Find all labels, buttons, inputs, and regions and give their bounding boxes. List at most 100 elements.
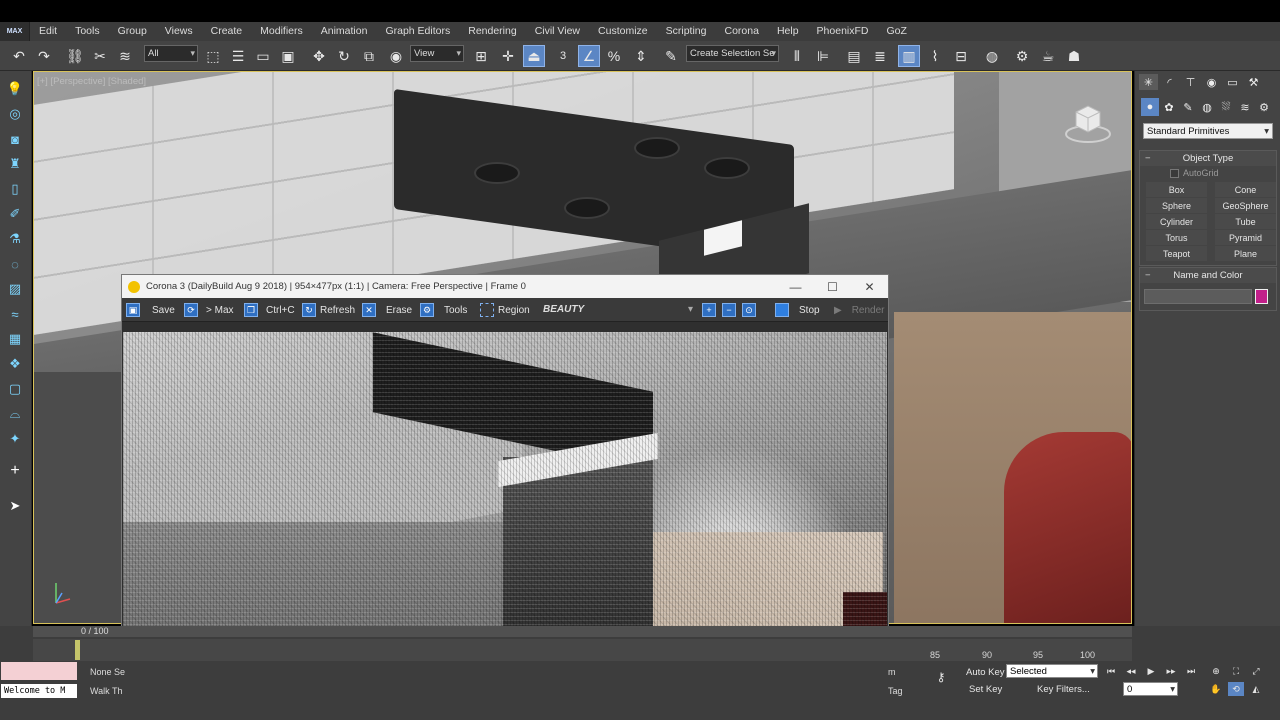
motion-tab-icon[interactable]: ◉	[1202, 74, 1221, 90]
flask-icon[interactable]: ⚗	[5, 229, 25, 249]
prev-frame-icon[interactable]: ◂◂	[1123, 664, 1139, 678]
zoom-extents-icon[interactable]: ⊕	[1208, 664, 1224, 678]
spinner-snap-icon[interactable]: ⇕	[630, 45, 652, 67]
vfb-stop-button[interactable]: Stop	[775, 301, 820, 319]
redo-icon[interactable]: ↷	[33, 45, 55, 67]
display-tab-icon[interactable]: ▭	[1223, 74, 1242, 90]
render-production-icon[interactable]: ☗	[1063, 45, 1085, 67]
bulb-icon[interactable]: ✦	[5, 429, 25, 449]
maximize-viewport-icon[interactable]: ⤢	[1248, 664, 1264, 678]
edit-named-selection-icon[interactable]: ✎	[660, 45, 682, 67]
zoom-fit-button[interactable]: ⊙	[742, 301, 756, 319]
sphere-button[interactable]: Sphere	[1146, 198, 1207, 213]
window-crossing-icon[interactable]: ▣	[277, 45, 299, 67]
select-tool-icon[interactable]: ➤	[5, 496, 25, 516]
ribbon-toggle-icon[interactable]: ▥	[898, 45, 920, 67]
time-slider[interactable]: 0 / 100	[33, 626, 1132, 637]
mirror-icon[interactable]: ⫴	[786, 45, 808, 67]
orbit-icon[interactable]: ◌	[5, 254, 25, 274]
key-icon[interactable]: ⚷	[933, 670, 949, 684]
maxscript-mini-listener[interactable]	[1, 662, 77, 680]
geometry-category-select[interactable]: Standard Primitives	[1143, 123, 1273, 139]
percent-snap-icon[interactable]: %	[603, 45, 625, 67]
viewport-label[interactable]: [+] [Perspective] [Shaded]	[37, 76, 146, 87]
cameras-icon[interactable]: ◍	[1198, 98, 1216, 116]
geometry-icon[interactable]: ●	[1141, 98, 1159, 116]
link-icon[interactable]: ⛓	[64, 45, 86, 67]
menu-modifiers[interactable]: Modifiers	[251, 22, 312, 41]
walk-icon[interactable]: ⌓	[5, 404, 25, 424]
bind-spacewarp-icon[interactable]: ≋	[114, 45, 136, 67]
zoom-out-button[interactable]: −	[722, 301, 736, 319]
vfb-erase-button[interactable]: ✕ Erase	[362, 301, 412, 319]
cone-button[interactable]: Cone	[1215, 182, 1276, 197]
toggle-scene-explorer-icon[interactable]: ▤	[843, 45, 865, 67]
create-tab-icon[interactable]: ✳	[1139, 74, 1158, 90]
geosphere-button[interactable]: GeoSphere	[1215, 198, 1276, 213]
curve-editor-icon[interactable]: ⌇	[924, 45, 946, 67]
fov-icon[interactable]: ◭	[1248, 682, 1264, 696]
pyramid-button[interactable]: Pyramid	[1215, 230, 1276, 245]
goto-start-icon[interactable]: ⏮	[1103, 664, 1119, 678]
brush-icon[interactable]: ✐	[5, 204, 25, 224]
vfb-to-max-button[interactable]: ⟳ > Max	[184, 301, 234, 319]
vfb-render-button[interactable]: ▶ Render	[834, 301, 885, 319]
current-frame-field[interactable]: 0	[1123, 682, 1178, 696]
named-selection-select[interactable]: Create Selection Se	[686, 45, 779, 62]
zoom-in-button[interactable]: +	[702, 301, 716, 319]
render-pass-select[interactable]: BEAUTY	[543, 301, 693, 319]
undo-icon[interactable]: ↶	[8, 45, 30, 67]
vfb-refresh-button[interactable]: ↻ Refresh	[302, 301, 355, 319]
next-frame-icon[interactable]: ▸▸	[1163, 664, 1179, 678]
menu-rendering[interactable]: Rendering	[459, 22, 525, 41]
time-marker[interactable]	[75, 640, 80, 660]
menu-scripting[interactable]: Scripting	[657, 22, 716, 41]
viewcube[interactable]	[1064, 100, 1112, 144]
minimize-icon[interactable]: —	[777, 280, 814, 294]
reference-coord-select[interactable]: View	[410, 45, 464, 62]
helpers-icon[interactable]: ⛆	[1217, 98, 1235, 116]
frame-icon[interactable]: ▢	[5, 379, 25, 399]
render-setup-icon[interactable]: ⚙	[1011, 45, 1033, 67]
menu-graph-editors[interactable]: Graph Editors	[376, 22, 459, 41]
snaps-toggle-icon[interactable]: 3	[552, 45, 574, 67]
maximize-icon[interactable]: ☐	[814, 280, 851, 294]
keyboard-shortcut-override-icon[interactable]: ⏏	[523, 45, 545, 67]
angle-snap-icon[interactable]: ∠	[578, 45, 600, 67]
helper-icon[interactable]: ♜	[5, 154, 25, 174]
target-light-icon[interactable]: ◎	[5, 104, 25, 124]
set-key-button[interactable]: Set Key	[969, 684, 1002, 695]
place-icon[interactable]: ◉	[385, 45, 407, 67]
box-button[interactable]: Box	[1146, 182, 1207, 197]
vfb-save-button[interactable]: ▣ Save	[126, 301, 175, 319]
orbit-icon[interactable]: ⟲	[1228, 682, 1244, 696]
key-filters-button[interactable]: Key Filters...	[1037, 684, 1090, 695]
align-icon[interactable]: ⊫	[812, 45, 834, 67]
close-icon[interactable]: ✕	[851, 280, 888, 294]
paint-icon[interactable]: ▨	[5, 279, 25, 299]
menu-edit[interactable]: Edit	[30, 22, 66, 41]
trackbar[interactable]	[33, 639, 1132, 661]
layers-icon[interactable]: ❖	[5, 354, 25, 374]
modify-tab-icon[interactable]: ◜	[1160, 74, 1179, 90]
object-type-header[interactable]: − Object Type	[1140, 151, 1276, 166]
add-icon[interactable]: +	[5, 461, 25, 481]
menu-phoenixfd[interactable]: PhoenixFD	[808, 22, 878, 41]
layer-explorer-icon[interactable]: ≣	[869, 45, 891, 67]
select-object-icon[interactable]: ⬚	[202, 45, 224, 67]
play-icon[interactable]: ▶	[1143, 664, 1159, 678]
vfb-tools-button[interactable]: ⚙ Tools	[420, 301, 467, 319]
object-name-field[interactable]	[1144, 289, 1252, 304]
menu-group[interactable]: Group	[109, 22, 156, 41]
rotate-icon[interactable]: ↻	[333, 45, 355, 67]
object-color-swatch[interactable]	[1255, 289, 1268, 304]
shapes-icon[interactable]: ✿	[1160, 98, 1178, 116]
cylinder-button[interactable]: Cylinder	[1146, 214, 1207, 229]
menu-civil-view[interactable]: Civil View	[526, 22, 589, 41]
teapot-button[interactable]: Teapot	[1146, 246, 1207, 261]
vfb-copy-button[interactable]: ❐ Ctrl+C	[244, 301, 295, 319]
rect-selection-icon[interactable]: ▭	[252, 45, 274, 67]
key-mode-select[interactable]: Selected	[1006, 664, 1098, 678]
menu-views[interactable]: Views	[156, 22, 202, 41]
select-by-name-icon[interactable]: ☰	[227, 45, 249, 67]
